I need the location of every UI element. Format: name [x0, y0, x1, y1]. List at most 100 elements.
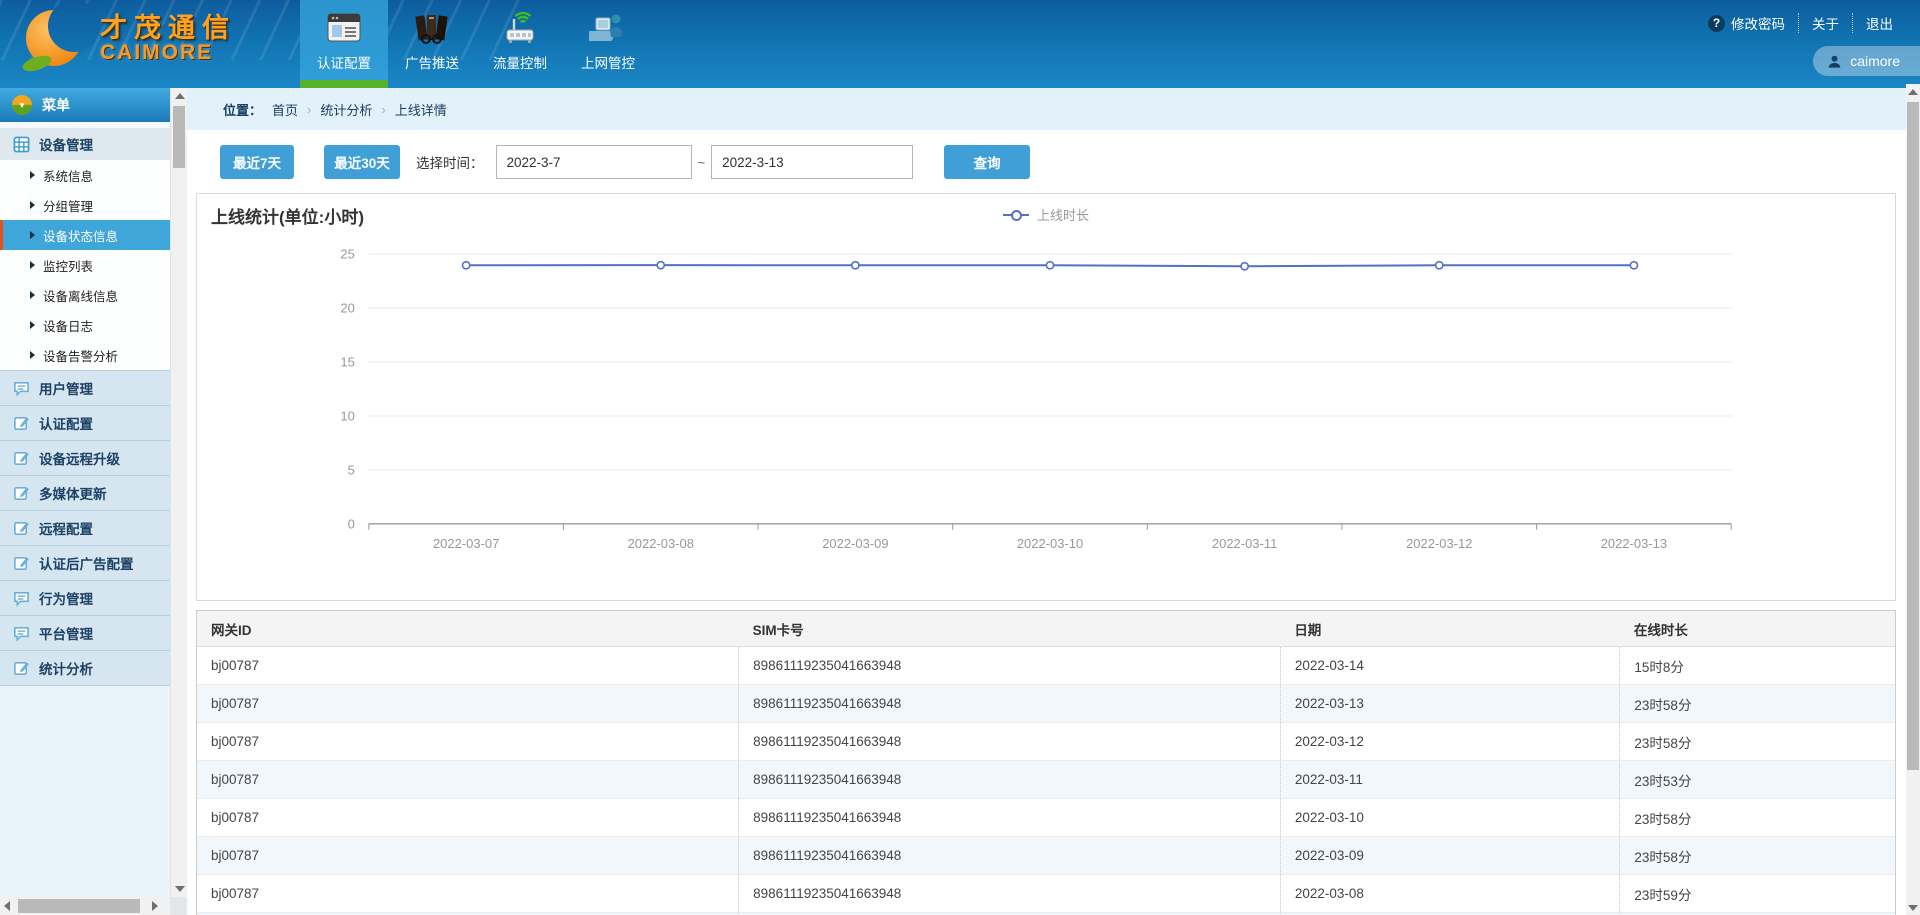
sidebar-subitem-1-2[interactable]: 分组管理 [0, 190, 170, 220]
sidebar-subitem-1-4[interactable]: 监控列表 [0, 250, 170, 280]
svg-text:2022-03-07: 2022-03-07 [433, 536, 499, 551]
breadcrumb-item-2[interactable]: 统计分析 [320, 100, 372, 119]
table-cell: bj00787 [197, 723, 739, 761]
sidebar-vscroll-thumb[interactable] [173, 106, 185, 168]
date-range-label: 选择时间： [416, 152, 484, 172]
sidebar-item-6[interactable]: 远程配置 [0, 510, 170, 545]
column-header-4: 在线时长 [1620, 611, 1895, 647]
sidebar-item-4[interactable]: 设备远程升级 [0, 440, 170, 475]
sidebar-item-2[interactable]: 用户管理 [0, 370, 170, 405]
table-cell: bj00787 [197, 685, 739, 723]
scrollbar-corner [170, 897, 187, 915]
sidebar-hscroll-thumb[interactable] [18, 899, 140, 913]
scroll-down-icon[interactable] [175, 886, 185, 892]
header-link-3[interactable]: 退出 [1852, 13, 1906, 33]
nav-tab-4[interactable]: 上网管控 [564, 0, 652, 88]
nav-tab-1[interactable]: 认证配置 [300, 0, 388, 88]
date-range-separator: ~ [698, 155, 706, 170]
table-cell: 23时53分 [1620, 761, 1895, 799]
sidebar-item-3[interactable]: 认证配置 [0, 405, 170, 440]
header-link-label: 关于 [1812, 13, 1839, 33]
header-link-label: 退出 [1866, 13, 1893, 33]
table-cell: 89861119235041663948 [739, 799, 1281, 837]
svg-text:25: 25 [340, 247, 354, 262]
table-cell: 23时58分 [1620, 723, 1895, 761]
user-icon [1827, 54, 1842, 69]
header-link-2[interactable]: 关于 [1798, 13, 1852, 33]
sidebar-subitem-1-5[interactable]: 设备离线信息 [0, 280, 170, 310]
brand-title: 才茂通信 [100, 14, 236, 42]
last-30-days-button[interactable]: 最近30天 [324, 145, 400, 179]
date-to-input[interactable] [711, 145, 913, 179]
nav-tab-label: 上网管控 [581, 52, 635, 72]
sidebar-item-5[interactable]: 多媒体更新 [0, 475, 170, 510]
sidebar-vertical-scrollbar[interactable] [170, 88, 187, 897]
edit-icon [13, 450, 30, 467]
nav-tab-2[interactable]: 广告推送 [388, 0, 476, 88]
sidebar-item-1[interactable]: 设备管理 [0, 128, 170, 160]
sidebar-empty-area [0, 685, 170, 897]
sidebar-item-9[interactable]: 平台管理 [0, 615, 170, 650]
table-cell: 2022-03-12 [1280, 723, 1620, 761]
page-vscroll-thumb[interactable] [1907, 102, 1919, 770]
header-link-1[interactable]: ?修改密码 [1695, 13, 1798, 33]
breadcrumb-item-1[interactable]: 首页 [272, 100, 298, 119]
sidebar-item-label: 远程配置 [39, 518, 93, 538]
triangle-right-icon [30, 201, 35, 209]
triangle-right-icon [30, 171, 35, 179]
table-row-2: bj00787898611192350416639482022-03-1323时… [197, 685, 1895, 723]
sidebar-horizontal-scrollbar[interactable] [0, 897, 170, 915]
online-statistics-chart: 上线统计(单位:小时) 上线时长 05101520252022-03-07202… [196, 193, 1896, 601]
sidebar-subitem-label: 分组管理 [43, 196, 93, 215]
sidebar-item-8[interactable]: 行为管理 [0, 580, 170, 615]
main-nav: 认证配置广告推送流量控制上网管控 [300, 0, 652, 88]
sidebar-subitem-label: 系统信息 [43, 166, 93, 185]
table-cell: bj00787 [197, 837, 739, 875]
table-cell: bj00787 [197, 875, 739, 913]
scroll-down-icon[interactable] [1908, 905, 1918, 911]
menu-title: 菜单 [42, 95, 70, 115]
sidebar-menu-header[interactable]: ▼ 菜单 [0, 88, 170, 122]
main-content: 位置： 首页›统计分析›上线详情 最近7天 最近30天 选择时间： ~ 查询 上… [187, 88, 1906, 915]
page-vertical-scrollbar[interactable] [1906, 84, 1920, 915]
query-button[interactable]: 查询 [944, 145, 1030, 179]
sidebar-item-label: 用户管理 [39, 378, 93, 398]
sidebar-subitem-label: 设备离线信息 [43, 286, 118, 305]
table-header-row: 网关IDSIM卡号日期在线时长 [197, 611, 1895, 647]
sidebar-item-label: 设备管理 [39, 134, 93, 154]
date-from-input[interactable] [496, 145, 692, 179]
traffic-control-icon [501, 9, 539, 47]
sidebar-subitem-1-1[interactable]: 系统信息 [0, 160, 170, 190]
triangle-right-icon [30, 321, 35, 329]
header-link-label: 修改密码 [1731, 13, 1785, 33]
scroll-up-icon[interactable] [175, 93, 185, 99]
sidebar-item-7[interactable]: 认证后广告配置 [0, 545, 170, 580]
sidebar-item-10[interactable]: 统计分析 [0, 650, 170, 685]
scroll-up-icon[interactable] [1908, 89, 1918, 95]
menu-toggle-icon: ▼ [12, 95, 32, 115]
sidebar-subitem-label: 设备告警分析 [43, 346, 118, 365]
breadcrumb-separator-icon: › [307, 102, 311, 117]
nav-tab-3[interactable]: 流量控制 [476, 0, 564, 88]
svg-text:2022-03-11: 2022-03-11 [1212, 536, 1277, 551]
scroll-left-icon[interactable] [4, 901, 10, 911]
sidebar-subitem-1-7[interactable]: 设备告警分析 [0, 340, 170, 370]
svg-text:10: 10 [340, 408, 354, 423]
table-cell: 23时58分 [1620, 837, 1895, 875]
edit-icon [13, 555, 30, 572]
table-cell: 2022-03-14 [1280, 647, 1620, 685]
sidebar-subitem-1-3[interactable]: 设备状态信息 [0, 220, 170, 250]
sidebar-subitem-1-6[interactable]: 设备日志 [0, 310, 170, 340]
svg-text:20: 20 [340, 301, 354, 316]
svg-text:5: 5 [348, 462, 355, 477]
sidebar-item-label: 平台管理 [39, 623, 93, 643]
triangle-right-icon [30, 291, 35, 299]
last-7-days-button[interactable]: 最近7天 [220, 145, 294, 179]
table-cell: bj00787 [197, 761, 739, 799]
scroll-right-icon[interactable] [152, 901, 158, 911]
line-chart-canvas: 05101520252022-03-072022-03-082022-03-09… [197, 194, 1895, 600]
table-row-4: bj00787898611192350416639482022-03-1123时… [197, 761, 1895, 799]
online-detail-table: 网关IDSIM卡号日期在线时长 bj0078789861119235041663… [196, 610, 1896, 915]
table-cell: 89861119235041663948 [739, 837, 1281, 875]
user-menu[interactable]: caimore [1813, 46, 1920, 76]
